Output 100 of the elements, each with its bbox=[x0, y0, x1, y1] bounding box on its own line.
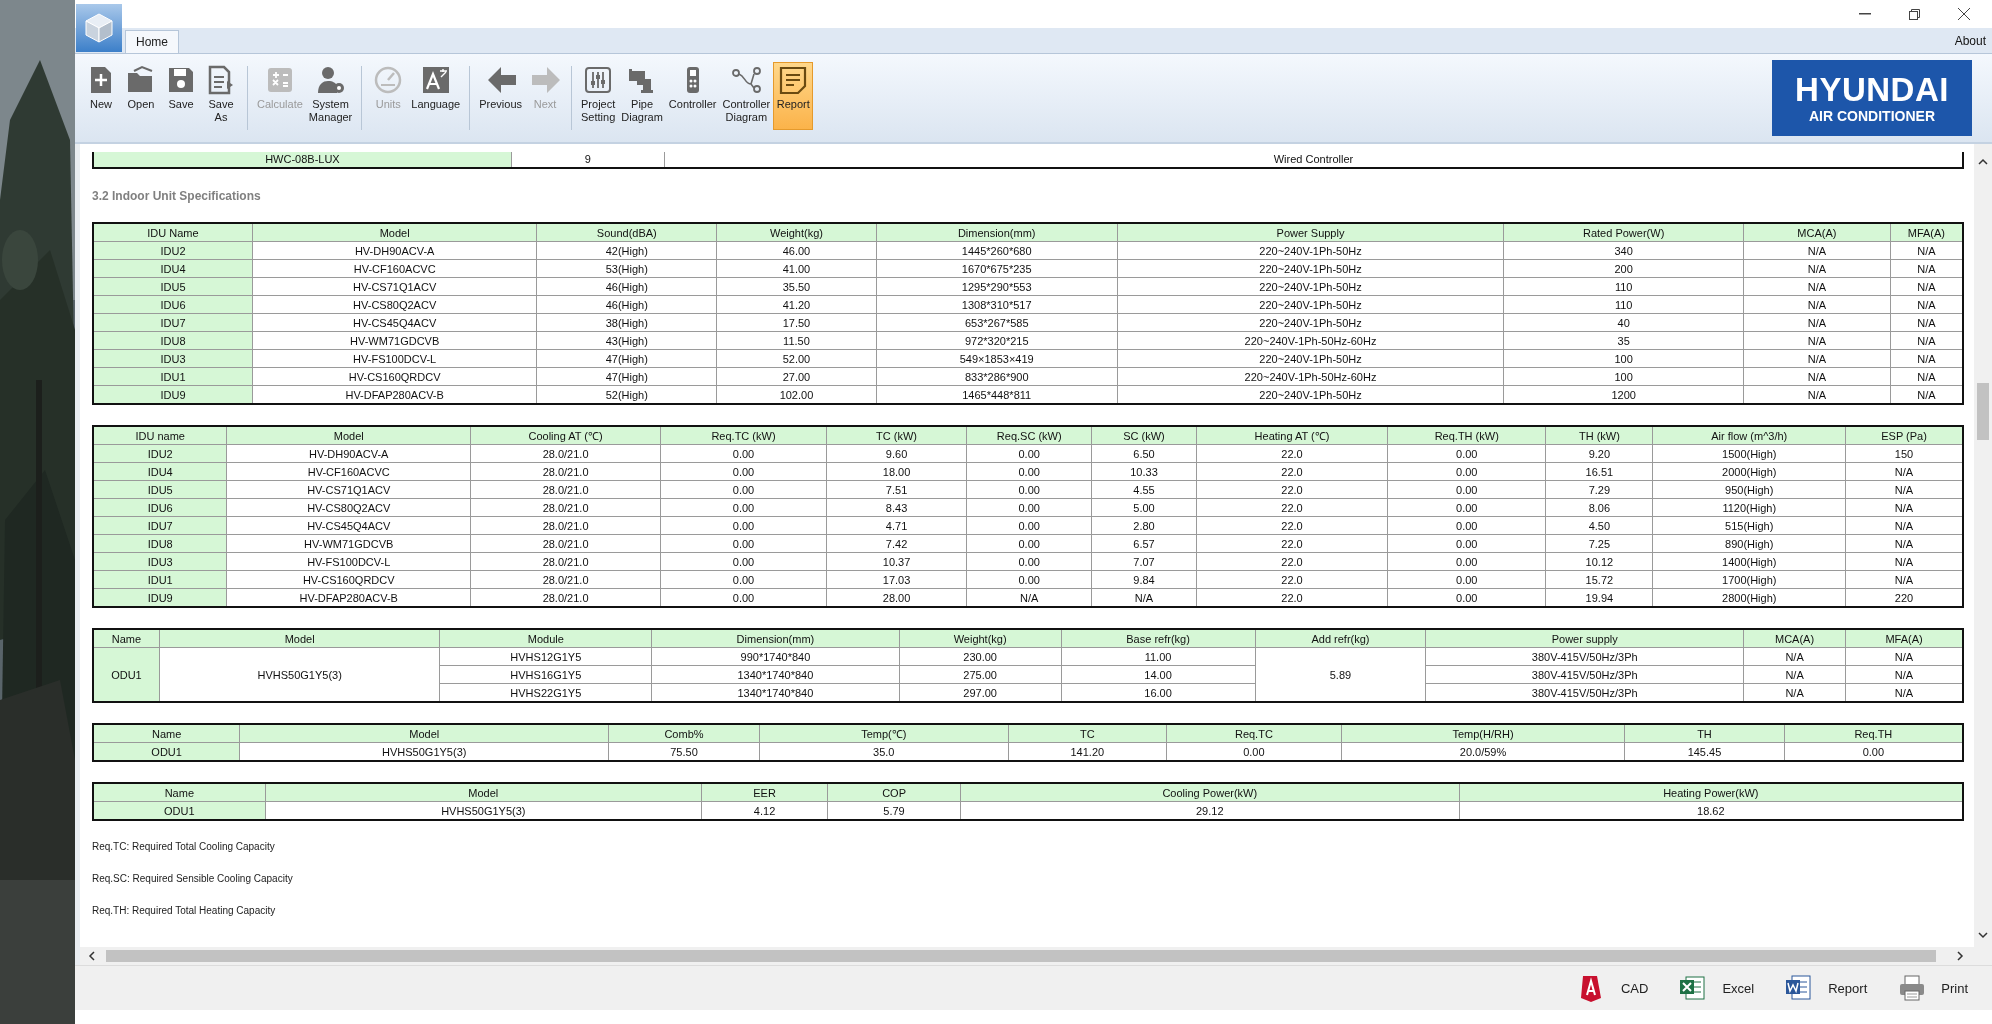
vertical-scrollbar[interactable] bbox=[1974, 144, 1992, 947]
table-cell: 110 bbox=[1503, 295, 1744, 314]
column-header: Rated Power(W) bbox=[1503, 223, 1744, 242]
table-cell: HWC-08B-LUX bbox=[93, 152, 512, 168]
table-cell: 46.00 bbox=[716, 241, 877, 260]
table-cell: 0.00 bbox=[660, 534, 827, 553]
column-header: Req.SC (kW) bbox=[966, 426, 1092, 445]
column-header: Model bbox=[239, 724, 609, 743]
column-header: COP bbox=[827, 783, 961, 802]
table-cell: N/A bbox=[1743, 331, 1891, 350]
table-cell: 28.0/21.0 bbox=[470, 498, 661, 517]
column-header: Req.TC bbox=[1166, 724, 1342, 743]
table-cell: 5.89 bbox=[1255, 647, 1426, 702]
table-cell: 220~240V-1Ph-50Hz bbox=[1117, 277, 1504, 296]
table-cell: 0.00 bbox=[660, 480, 827, 499]
table-cell: 0.00 bbox=[1387, 462, 1546, 481]
table-cell: 7.25 bbox=[1545, 534, 1653, 553]
table-cell: 11.50 bbox=[716, 331, 877, 350]
table-cell: 10.33 bbox=[1091, 462, 1197, 481]
ribbon-tab[interactable]: Home bbox=[125, 30, 179, 53]
about-link[interactable]: About bbox=[1954, 33, 1986, 48]
ribbon-button[interactable]: New bbox=[81, 62, 121, 130]
ribbon-button[interactable]: Open bbox=[121, 62, 161, 130]
table-cell: 0.00 bbox=[1387, 444, 1546, 463]
table-cell: 0.00 bbox=[1387, 552, 1546, 571]
app-logo[interactable] bbox=[76, 4, 122, 52]
table-cell: 0.00 bbox=[966, 552, 1092, 571]
table-cell: 22.0 bbox=[1196, 498, 1388, 517]
table-cell: 28.0/21.0 bbox=[470, 552, 661, 571]
table-cell: 1700(High) bbox=[1652, 570, 1846, 589]
column-header: Model bbox=[159, 629, 440, 648]
table-cell: 4.55 bbox=[1091, 480, 1197, 499]
table-cell: N/A bbox=[1743, 295, 1891, 314]
table-cell: 9.84 bbox=[1091, 570, 1197, 589]
table-cell: 47(High) bbox=[536, 349, 717, 368]
export-button[interactable]: Report bbox=[1780, 971, 1872, 1005]
table-cell: 9.20 bbox=[1545, 444, 1653, 463]
table-cell: 22.0 bbox=[1196, 516, 1388, 535]
ribbon-button[interactable]: Pipe Diagram bbox=[618, 62, 666, 130]
table-cell: 4.50 bbox=[1545, 516, 1653, 535]
table-cell: N/A bbox=[1743, 665, 1846, 684]
table-cell: 0.00 bbox=[1387, 498, 1546, 517]
scrollbar-thumb[interactable] bbox=[106, 950, 1936, 962]
column-header: Cooling Power(kW) bbox=[960, 783, 1460, 802]
table-cell: 1400(High) bbox=[1652, 552, 1846, 571]
ribbon-button[interactable]: Save As bbox=[201, 62, 241, 130]
column-header: Temp(H/RH) bbox=[1341, 724, 1625, 743]
column-header: Heating AT (℃) bbox=[1196, 426, 1388, 445]
scrollbar-thumb[interactable] bbox=[1977, 383, 1989, 440]
export-button[interactable]: CAD bbox=[1573, 971, 1653, 1005]
table-cell: HV-CF160ACVC bbox=[252, 259, 537, 278]
export-button[interactable]: Print bbox=[1893, 971, 1972, 1005]
table-cell: 0.00 bbox=[1387, 516, 1546, 535]
table-cell: 28.0/21.0 bbox=[470, 534, 661, 553]
table-cell: 0.00 bbox=[660, 444, 827, 463]
column-header: TH (kW) bbox=[1545, 426, 1653, 445]
ribbon-button[interactable]: Save bbox=[161, 62, 201, 130]
horizontal-scrollbar[interactable] bbox=[80, 947, 1992, 965]
ribbon-button[interactable]: Project Setting bbox=[578, 62, 619, 130]
table-cell: HVHS12G1Y5 bbox=[439, 647, 652, 666]
ribbon-button[interactable]: Report bbox=[773, 62, 814, 130]
table-cell: 653*267*585 bbox=[876, 313, 1118, 332]
table-cell: 6.50 bbox=[1091, 444, 1197, 463]
table-cell: 220~240V-1Ph-50Hz bbox=[1117, 295, 1504, 314]
ribbon-button[interactable]: System Manager bbox=[305, 62, 356, 130]
column-header: Model bbox=[226, 426, 471, 445]
table-cell: 0.00 bbox=[966, 462, 1092, 481]
table-cell: 22.0 bbox=[1196, 480, 1388, 499]
table-cell: 28.0/21.0 bbox=[470, 444, 661, 463]
column-header: TH bbox=[1624, 724, 1785, 743]
table-cell: HV-CS160QRDCV bbox=[252, 367, 537, 386]
table-cell: 22.0 bbox=[1196, 462, 1388, 481]
table-cell: 515(High) bbox=[1652, 516, 1846, 535]
table-cell: 52.00 bbox=[716, 349, 877, 368]
table-cell: 0.00 bbox=[660, 516, 827, 535]
column-header: Heating Power(kW) bbox=[1459, 783, 1963, 802]
user-gear-icon bbox=[315, 65, 346, 95]
note-text: Req.TC: Required Total Cooling Capacity bbox=[92, 841, 276, 853]
ribbon-button[interactable]: Controller bbox=[665, 62, 720, 130]
table-cell: 2000(High) bbox=[1652, 462, 1846, 481]
column-header: Name bbox=[93, 724, 240, 743]
gauge-icon bbox=[373, 65, 404, 95]
table-cell: 22.0 bbox=[1196, 570, 1388, 589]
section-title: 3.2 Indoor Unit Specifications bbox=[92, 189, 262, 203]
table-cell: 0.00 bbox=[966, 570, 1092, 589]
table-cell: HV-CS80Q2ACV bbox=[226, 498, 471, 517]
table-cell: 28.0/21.0 bbox=[470, 516, 661, 535]
table-cell: 0.00 bbox=[1387, 570, 1546, 589]
ribbon-button[interactable]: Controller Diagram bbox=[719, 62, 774, 130]
table-cell: 200 bbox=[1503, 259, 1744, 278]
ribbon-button[interactable]: Language bbox=[408, 62, 464, 130]
table-cell: 1295*290*553 bbox=[876, 277, 1118, 296]
export-button[interactable]: Excel bbox=[1674, 971, 1759, 1005]
table-cell: 380V-415V/50Hz/3Ph bbox=[1425, 665, 1744, 684]
ribbon-button[interactable]: Previous bbox=[476, 62, 526, 130]
table-cell: 833*286*900 bbox=[876, 367, 1118, 386]
restore-icon bbox=[1909, 8, 1920, 20]
column-header: Sound(dBA) bbox=[536, 223, 717, 242]
table-cell: 43(High) bbox=[536, 331, 717, 350]
table-cell: 9.60 bbox=[826, 444, 967, 463]
